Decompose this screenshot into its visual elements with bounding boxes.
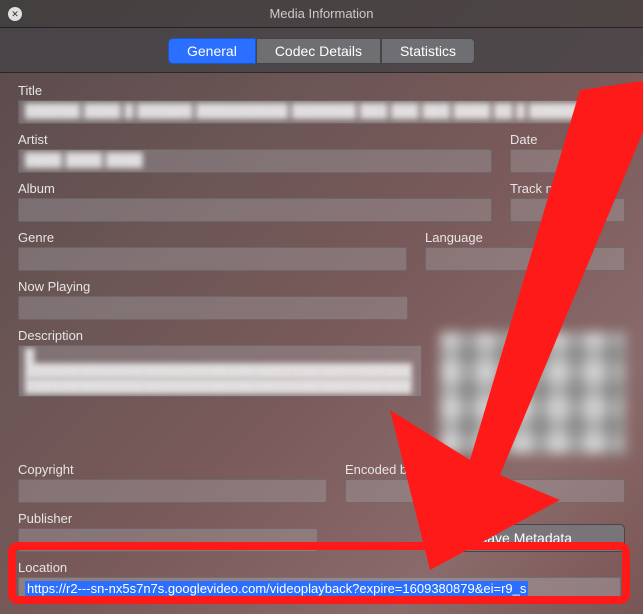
field-track[interactable] xyxy=(510,198,625,222)
field-date[interactable] xyxy=(510,149,625,173)
label-language: Language xyxy=(425,230,625,245)
artwork-thumbnail xyxy=(440,332,625,454)
general-pane: Title ██████ ████ █ ██████ ██████████ ██… xyxy=(0,73,643,614)
location-value: https://r2---sn-nx5s7n7s.googlevideo.com… xyxy=(25,581,528,596)
field-publisher[interactable] xyxy=(18,528,318,552)
tab-bar: General Codec Details Statistics xyxy=(0,28,643,73)
field-genre[interactable] xyxy=(18,247,407,271)
field-album[interactable] xyxy=(18,198,492,222)
label-publisher: Publisher xyxy=(18,511,318,526)
label-genre: Genre xyxy=(18,230,407,245)
tab-stats[interactable]: Statistics xyxy=(381,38,475,64)
field-title[interactable]: ██████ ████ █ ██████ ██████████ ███████ … xyxy=(18,100,621,124)
tab-codec[interactable]: Codec Details xyxy=(256,38,381,64)
title-bar: ✕ Media Information xyxy=(0,0,643,28)
field-encoded-by[interactable] xyxy=(345,479,625,503)
label-encoded-by: Encoded by xyxy=(345,462,625,477)
field-copyright[interactable] xyxy=(18,479,327,503)
field-now-playing[interactable] xyxy=(18,296,408,320)
field-language[interactable] xyxy=(425,247,625,271)
label-track: Track number xyxy=(510,181,625,196)
label-date: Date xyxy=(510,132,625,147)
field-description[interactable]: █ ██████████████████████████████████████… xyxy=(18,345,422,397)
field-location[interactable]: https://r2---sn-nx5s7n7s.googlevideo.com… xyxy=(18,577,621,601)
close-icon[interactable]: ✕ xyxy=(8,7,22,21)
label-title: Title xyxy=(18,83,621,98)
label-artist: Artist xyxy=(18,132,492,147)
field-artist[interactable]: ████ ████ ████ xyxy=(18,149,492,173)
save-metadata-button[interactable]: Save Metadata xyxy=(425,524,625,552)
window-title: Media Information xyxy=(269,6,373,21)
label-now-playing: Now Playing xyxy=(18,279,408,294)
label-album: Album xyxy=(18,181,492,196)
label-copyright: Copyright xyxy=(18,462,327,477)
label-location: Location xyxy=(18,560,621,575)
label-description: Description xyxy=(18,328,422,343)
tab-general[interactable]: General xyxy=(168,38,256,64)
